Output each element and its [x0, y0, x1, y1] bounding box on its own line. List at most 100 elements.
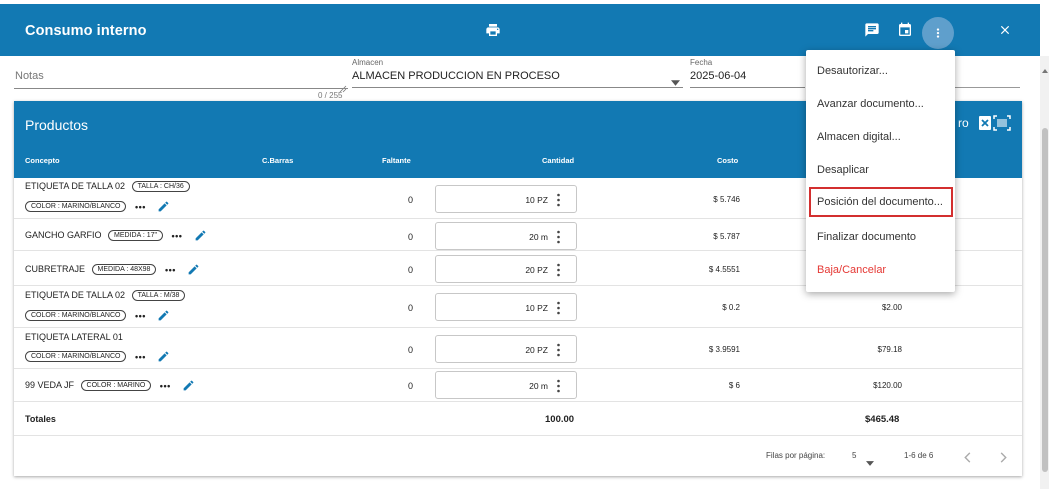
more-horiz-icon[interactable]: ••• — [135, 311, 146, 321]
attribute-chip: MEDIDA : 17" — [108, 230, 163, 241]
product-name: ETIQUETA DE TALLA 02 — [25, 290, 126, 300]
page-range: 1-6 de 6 — [904, 451, 934, 460]
more-vert-icon[interactable] — [557, 379, 560, 393]
quantity-field[interactable]: 10 PZ — [435, 293, 577, 321]
excel-export-icon[interactable] — [978, 115, 992, 136]
attribute-chip: MEDIDA : 48X98 — [91, 264, 157, 275]
costo-value: $ 5.787 — [713, 232, 740, 241]
barcode-scan-icon[interactable] — [993, 115, 1011, 136]
more-horiz-icon[interactable]: ••• — [135, 352, 146, 362]
quantity-value: 10 PZ — [525, 303, 548, 313]
col-faltante[interactable]: Faltante — [382, 156, 411, 165]
print-icon[interactable] — [482, 19, 504, 41]
scroll-up-icon[interactable] — [1042, 60, 1048, 78]
attribute-chip: COLOR : MARINO — [80, 380, 152, 391]
more-vert-icon[interactable] — [557, 263, 560, 277]
notas-counter: 0 / 255 — [318, 91, 343, 100]
more-vert-icon[interactable] — [557, 193, 560, 207]
menu-item-finalizar-documento[interactable]: Finalizar documento — [806, 221, 955, 253]
attribute-chip: COLOR : MARINO/BLANCO — [25, 201, 127, 212]
scroll-down-icon[interactable] — [1042, 482, 1048, 489]
quantity-value: 20 PZ — [525, 345, 548, 355]
actions-menu: Desautorizar... Avanzar documento... Alm… — [806, 50, 955, 292]
almacen-label: Almacen — [352, 58, 384, 67]
menu-item-desautorizar[interactable]: Desautorizar... — [806, 55, 955, 87]
table-row: 99 VEDA JF COLOR : MARINO ••• 0 20 m $ 6… — [14, 369, 1022, 402]
edit-icon[interactable] — [157, 350, 170, 363]
total-value: $2.00 — [881, 303, 902, 312]
edit-icon[interactable] — [187, 263, 200, 276]
rows-per-page-select[interactable]: 5 — [852, 451, 856, 460]
more-options-button[interactable] — [922, 17, 954, 49]
menu-item-baja-cancelar[interactable]: Baja/Cancelar — [806, 254, 955, 286]
total-value: $79.18 — [877, 345, 902, 354]
quantity-value: 20 m — [529, 232, 548, 242]
quantity-field[interactable]: 10 PZ — [435, 185, 577, 213]
more-vert-icon[interactable] — [557, 301, 560, 315]
quantity-field[interactable]: 20 m — [435, 371, 577, 399]
resize-handle-icon[interactable] — [339, 80, 347, 93]
fecha-input[interactable]: 2025-06-04 — [690, 70, 746, 82]
table-row: ETIQUETA LATERAL 01 COLOR : MARINO/BLANC… — [14, 328, 1022, 369]
more-horiz-icon[interactable]: ••• — [135, 202, 146, 212]
menu-item-avanzar-documento[interactable]: Avanzar documento... — [806, 88, 955, 120]
costo-value: $ 6 — [728, 381, 740, 390]
edit-icon[interactable] — [194, 229, 207, 242]
chevron-left-icon[interactable] — [964, 450, 972, 468]
col-concepto[interactable]: Concepto — [25, 156, 60, 165]
menu-item-almacen-digital[interactable]: Almacen digital... — [806, 121, 955, 153]
comment-icon[interactable] — [861, 19, 883, 41]
more-vert-icon — [936, 28, 940, 38]
attribute-chip: TALLA : CH/36 — [131, 181, 190, 193]
more-horiz-icon[interactable]: ••• — [165, 265, 176, 275]
edit-icon[interactable] — [157, 309, 170, 322]
quantity-value: 20 PZ — [525, 265, 548, 275]
menu-item-posicion-documento[interactable]: Posición del documento... — [809, 187, 953, 217]
attribute-chip: COLOR : MARINO/BLANCO — [25, 310, 127, 321]
almacen-select[interactable]: ALMACEN PRODUCCION EN PROCESO — [352, 70, 560, 82]
product-name: GANCHO GARFIO — [25, 229, 102, 240]
notas-field[interactable]: Notas — [15, 70, 44, 82]
calendar-icon[interactable] — [894, 19, 916, 41]
products-title: Productos — [25, 117, 89, 133]
chevron-down-icon[interactable] — [671, 73, 680, 91]
table-row: ETIQUETA DE TALLA 02 TALLA : M/38 COLOR … — [14, 286, 1022, 328]
col-cantidad[interactable]: Cantidad — [542, 156, 574, 165]
chevron-down-icon[interactable] — [866, 453, 874, 471]
quantity-value: 20 m — [529, 381, 548, 391]
edit-icon[interactable] — [182, 379, 195, 392]
more-vert-icon[interactable] — [557, 343, 560, 357]
chevron-right-icon[interactable] — [999, 450, 1007, 468]
quantity-field[interactable]: 20 PZ — [435, 335, 577, 363]
costo-value: $ 0.2 — [722, 303, 740, 312]
attribute-chip: TALLA : M/38 — [131, 290, 186, 302]
page-title: Consumo interno — [25, 23, 147, 39]
notas-underline — [14, 88, 348, 89]
more-vert-icon[interactable] — [557, 230, 560, 244]
costo-value: $ 4.5551 — [708, 265, 740, 274]
quantity-field[interactable]: 20 PZ — [435, 255, 577, 283]
faltante-value: 0 — [408, 195, 414, 205]
menu-item-desaplicar[interactable]: Desaplicar — [806, 154, 955, 186]
edit-icon[interactable] — [157, 200, 170, 213]
faltante-value: 0 — [408, 303, 414, 313]
product-name: ETIQUETA DE TALLA 02 — [25, 181, 126, 191]
more-horiz-icon[interactable]: ••• — [160, 381, 171, 391]
faltante-value: 0 — [408, 345, 414, 355]
faltante-value: 0 — [408, 265, 414, 275]
totals-label: Totales — [25, 414, 56, 424]
totals-amount: $465.48 — [865, 414, 900, 425]
fecha-label: Fecha — [690, 58, 713, 67]
more-horiz-icon[interactable]: ••• — [172, 231, 183, 241]
faltante-value: 0 — [408, 232, 414, 242]
col-barras[interactable]: C.Barras — [262, 156, 293, 165]
scrollbar-thumb[interactable] — [1042, 128, 1048, 472]
partial-header-text: ro — [958, 116, 969, 130]
faltante-value: 0 — [408, 381, 414, 391]
col-costo[interactable]: Costo — [717, 156, 738, 165]
quantity-field[interactable]: 20 m — [435, 222, 577, 250]
close-icon[interactable] — [994, 19, 1016, 41]
rows-per-page-label: Filas por página: — [766, 451, 826, 460]
product-name: 99 VEDA JF — [25, 379, 75, 390]
product-name: CUBRETRAJE — [25, 263, 86, 274]
